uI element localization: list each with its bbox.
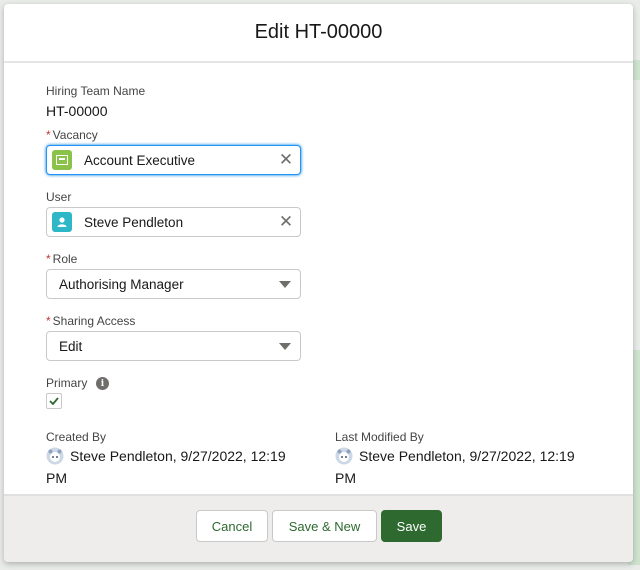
checkmark-icon bbox=[49, 397, 59, 405]
avatar bbox=[46, 447, 64, 465]
last-modified-by-value: Steve Pendleton, 9/27/2022, 12:19 PM bbox=[335, 445, 585, 489]
avatar bbox=[335, 447, 353, 465]
user-lookup-input[interactable]: Steve Pendleton ✕ bbox=[46, 207, 301, 237]
role-value: Authorising Manager bbox=[59, 276, 184, 292]
sharing-access-label: * Sharing Access bbox=[46, 314, 135, 328]
last-modified-by-text: Steve Pendleton, 9/27/2022, 12:19 PM bbox=[335, 448, 575, 486]
role-select[interactable]: Authorising Manager bbox=[46, 269, 301, 299]
save-button[interactable]: Save bbox=[381, 510, 442, 542]
vacancy-lookup-input[interactable]: Account Executive ✕ bbox=[46, 145, 301, 175]
vacancy-label-text: Vacancy bbox=[52, 128, 98, 142]
role-label-text: Role bbox=[52, 252, 78, 266]
clear-user-icon[interactable]: ✕ bbox=[276, 212, 296, 232]
save-and-new-button[interactable]: Save & New bbox=[272, 510, 377, 542]
required-marker: * bbox=[46, 314, 51, 328]
sharing-access-label-text: Sharing Access bbox=[52, 314, 136, 328]
hiring-team-name-value: HT-00000 bbox=[46, 103, 108, 119]
required-marker: * bbox=[46, 128, 51, 142]
role-label: * Role bbox=[46, 252, 77, 266]
modal-footer: Cancel Save & New Save bbox=[4, 494, 633, 562]
required-marker: * bbox=[46, 252, 51, 266]
vacancy-label: * Vacancy bbox=[46, 128, 98, 142]
cancel-button[interactable]: Cancel bbox=[196, 510, 268, 542]
modal-body: Hiring Team Name HT-00000 * Vacancy Accou… bbox=[4, 63, 633, 496]
chevron-down-icon bbox=[279, 280, 291, 288]
sharing-access-select[interactable]: Edit bbox=[46, 331, 301, 361]
vacancy-record-icon bbox=[52, 150, 72, 170]
user-label: User bbox=[46, 190, 72, 204]
clear-vacancy-icon[interactable]: ✕ bbox=[276, 150, 296, 170]
info-icon[interactable]: i bbox=[96, 377, 109, 390]
primary-label: Primary bbox=[46, 376, 88, 390]
last-modified-by-label: Last Modified By bbox=[335, 430, 424, 444]
created-by-value: Steve Pendleton, 9/27/2022, 12:19 PM bbox=[46, 445, 296, 489]
primary-checkbox[interactable] bbox=[46, 393, 62, 409]
chevron-down-icon bbox=[279, 342, 291, 350]
sharing-access-value: Edit bbox=[59, 338, 83, 354]
edit-modal: Edit HT-00000 Hiring Team Name HT-00000 … bbox=[4, 4, 633, 562]
user-value: Steve Pendleton bbox=[84, 214, 184, 230]
created-by-label: Created By bbox=[46, 430, 107, 444]
vacancy-value: Account Executive bbox=[84, 152, 196, 168]
created-by-text: Steve Pendleton, 9/27/2022, 12:19 PM bbox=[46, 448, 286, 486]
modal-title: Edit HT-00000 bbox=[254, 21, 383, 43]
hiring-team-name-label: Hiring Team Name bbox=[46, 84, 146, 98]
modal-header: Edit HT-00000 bbox=[4, 4, 633, 63]
user-record-icon bbox=[52, 212, 72, 232]
